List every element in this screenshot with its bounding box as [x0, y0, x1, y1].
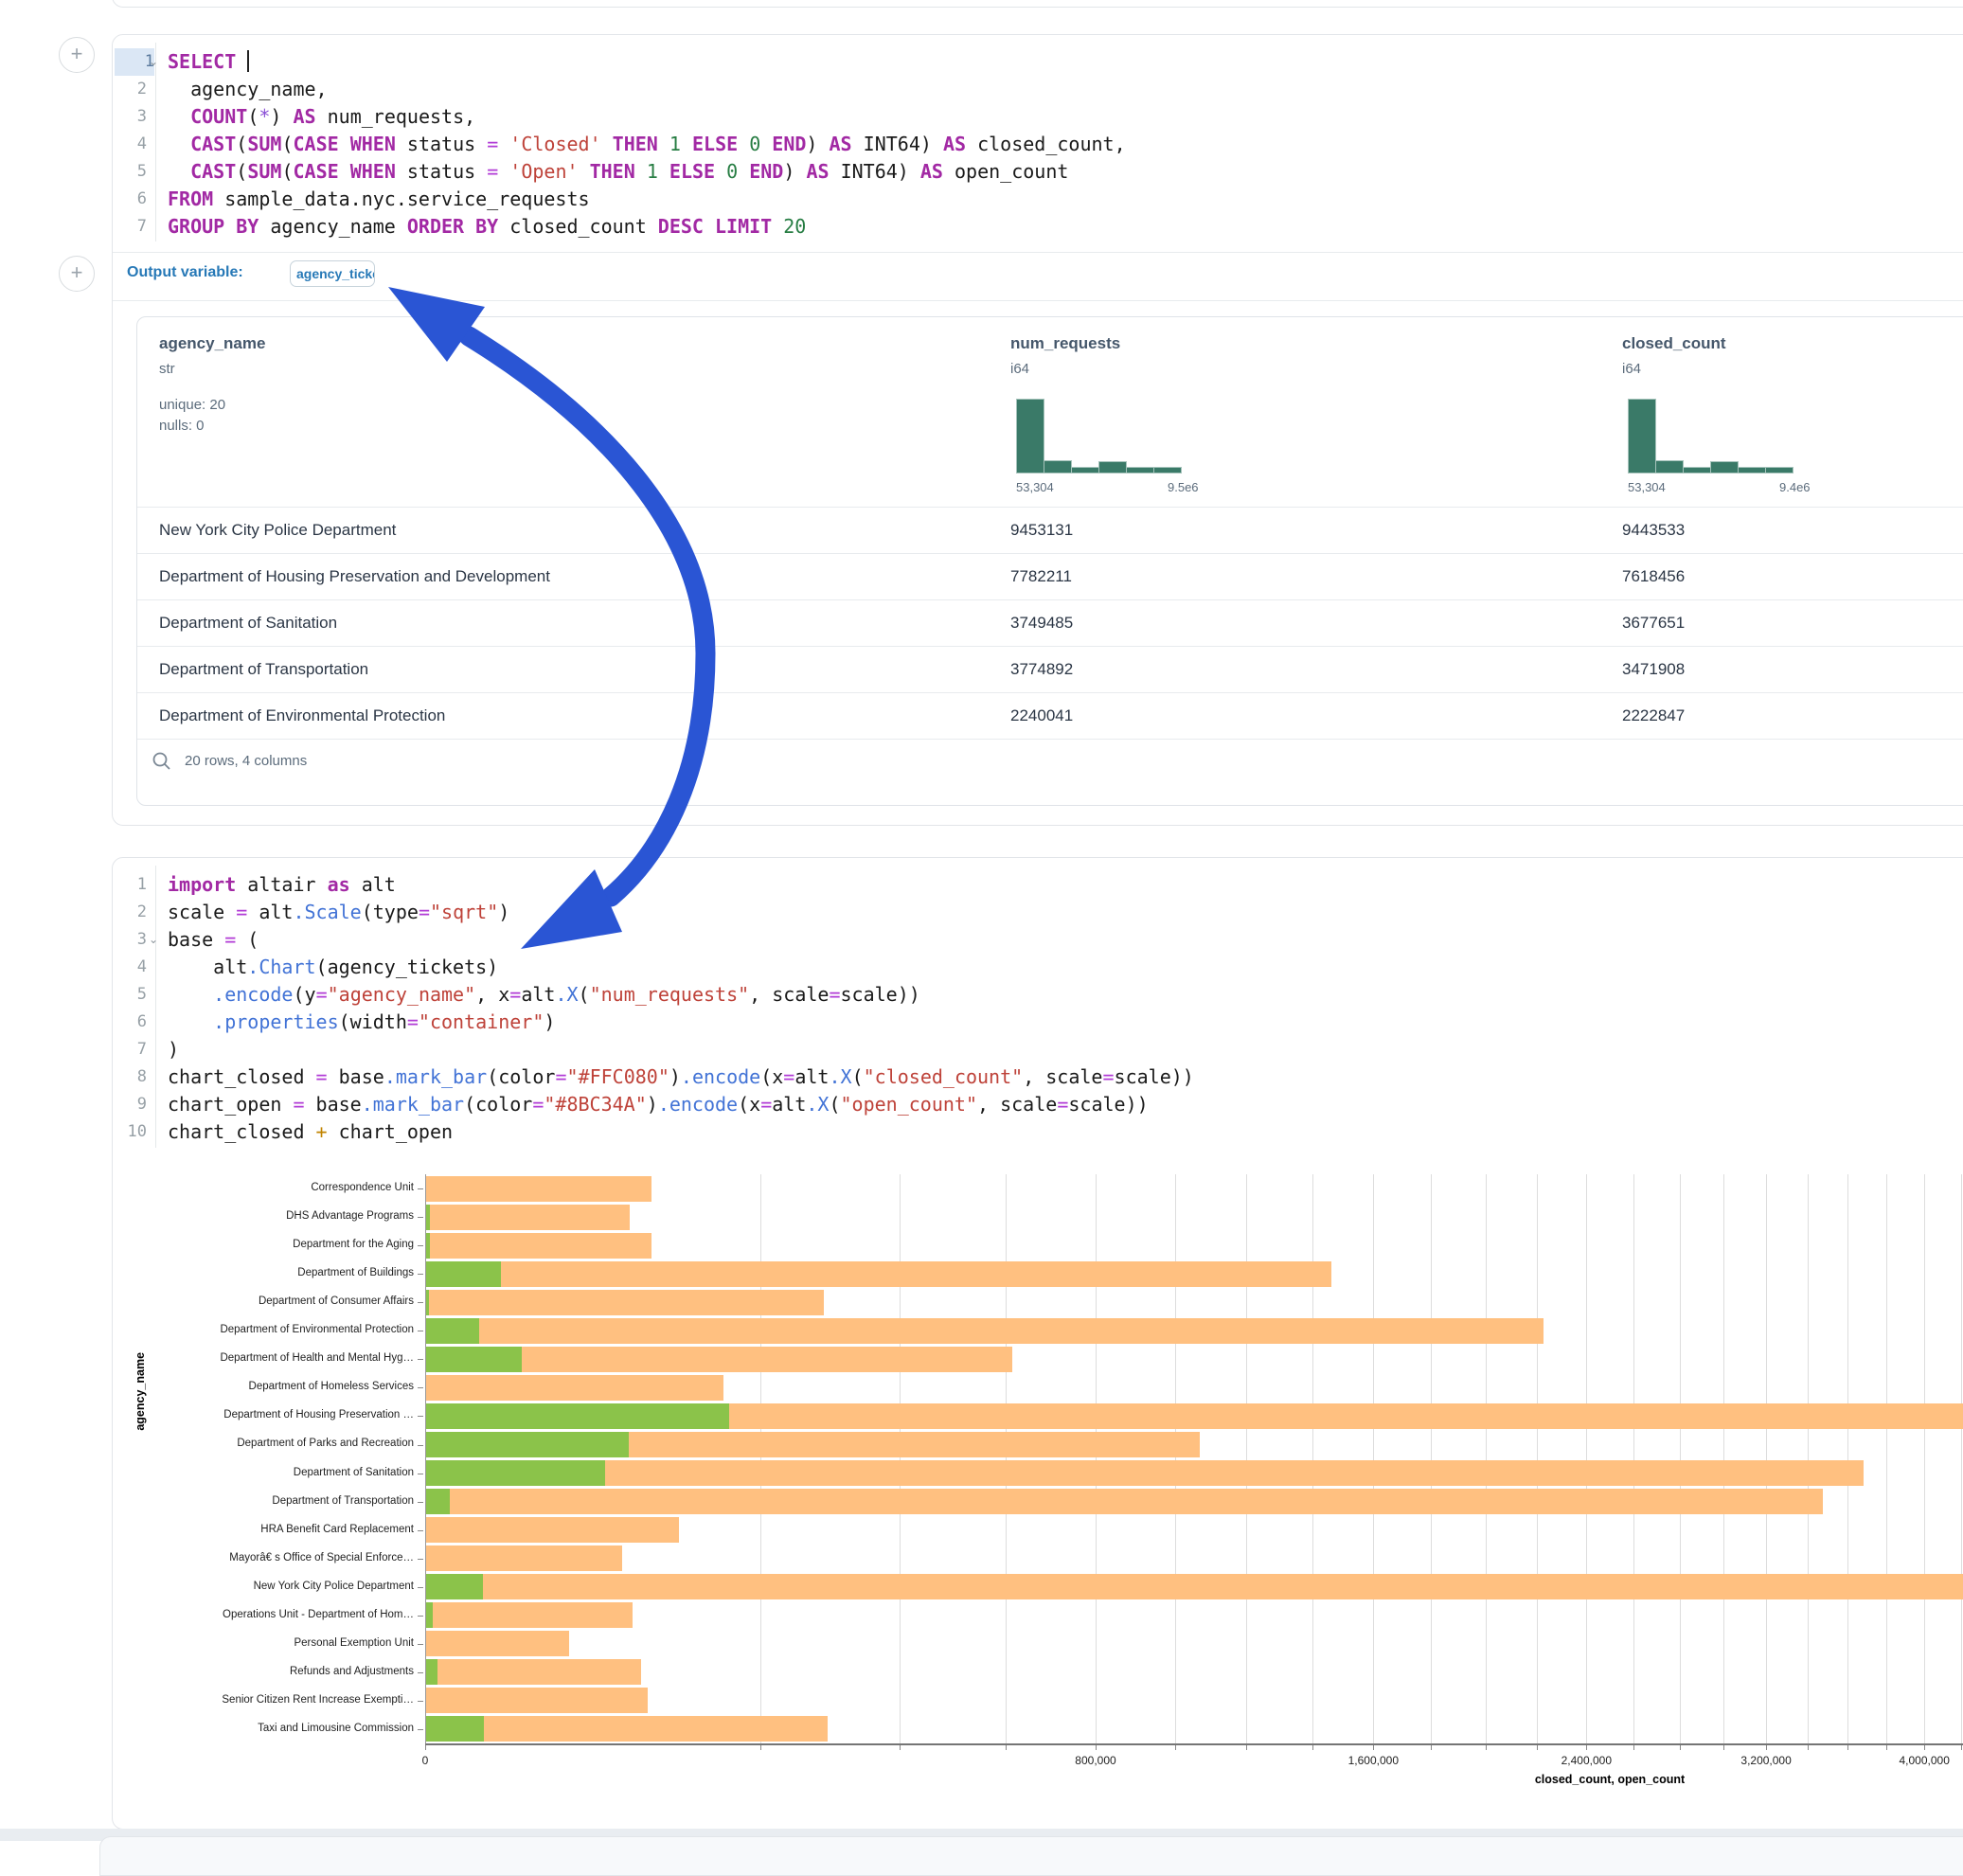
annotation-arrow [0, 0, 1963, 1841]
next-cell-edge [99, 1836, 1963, 1876]
